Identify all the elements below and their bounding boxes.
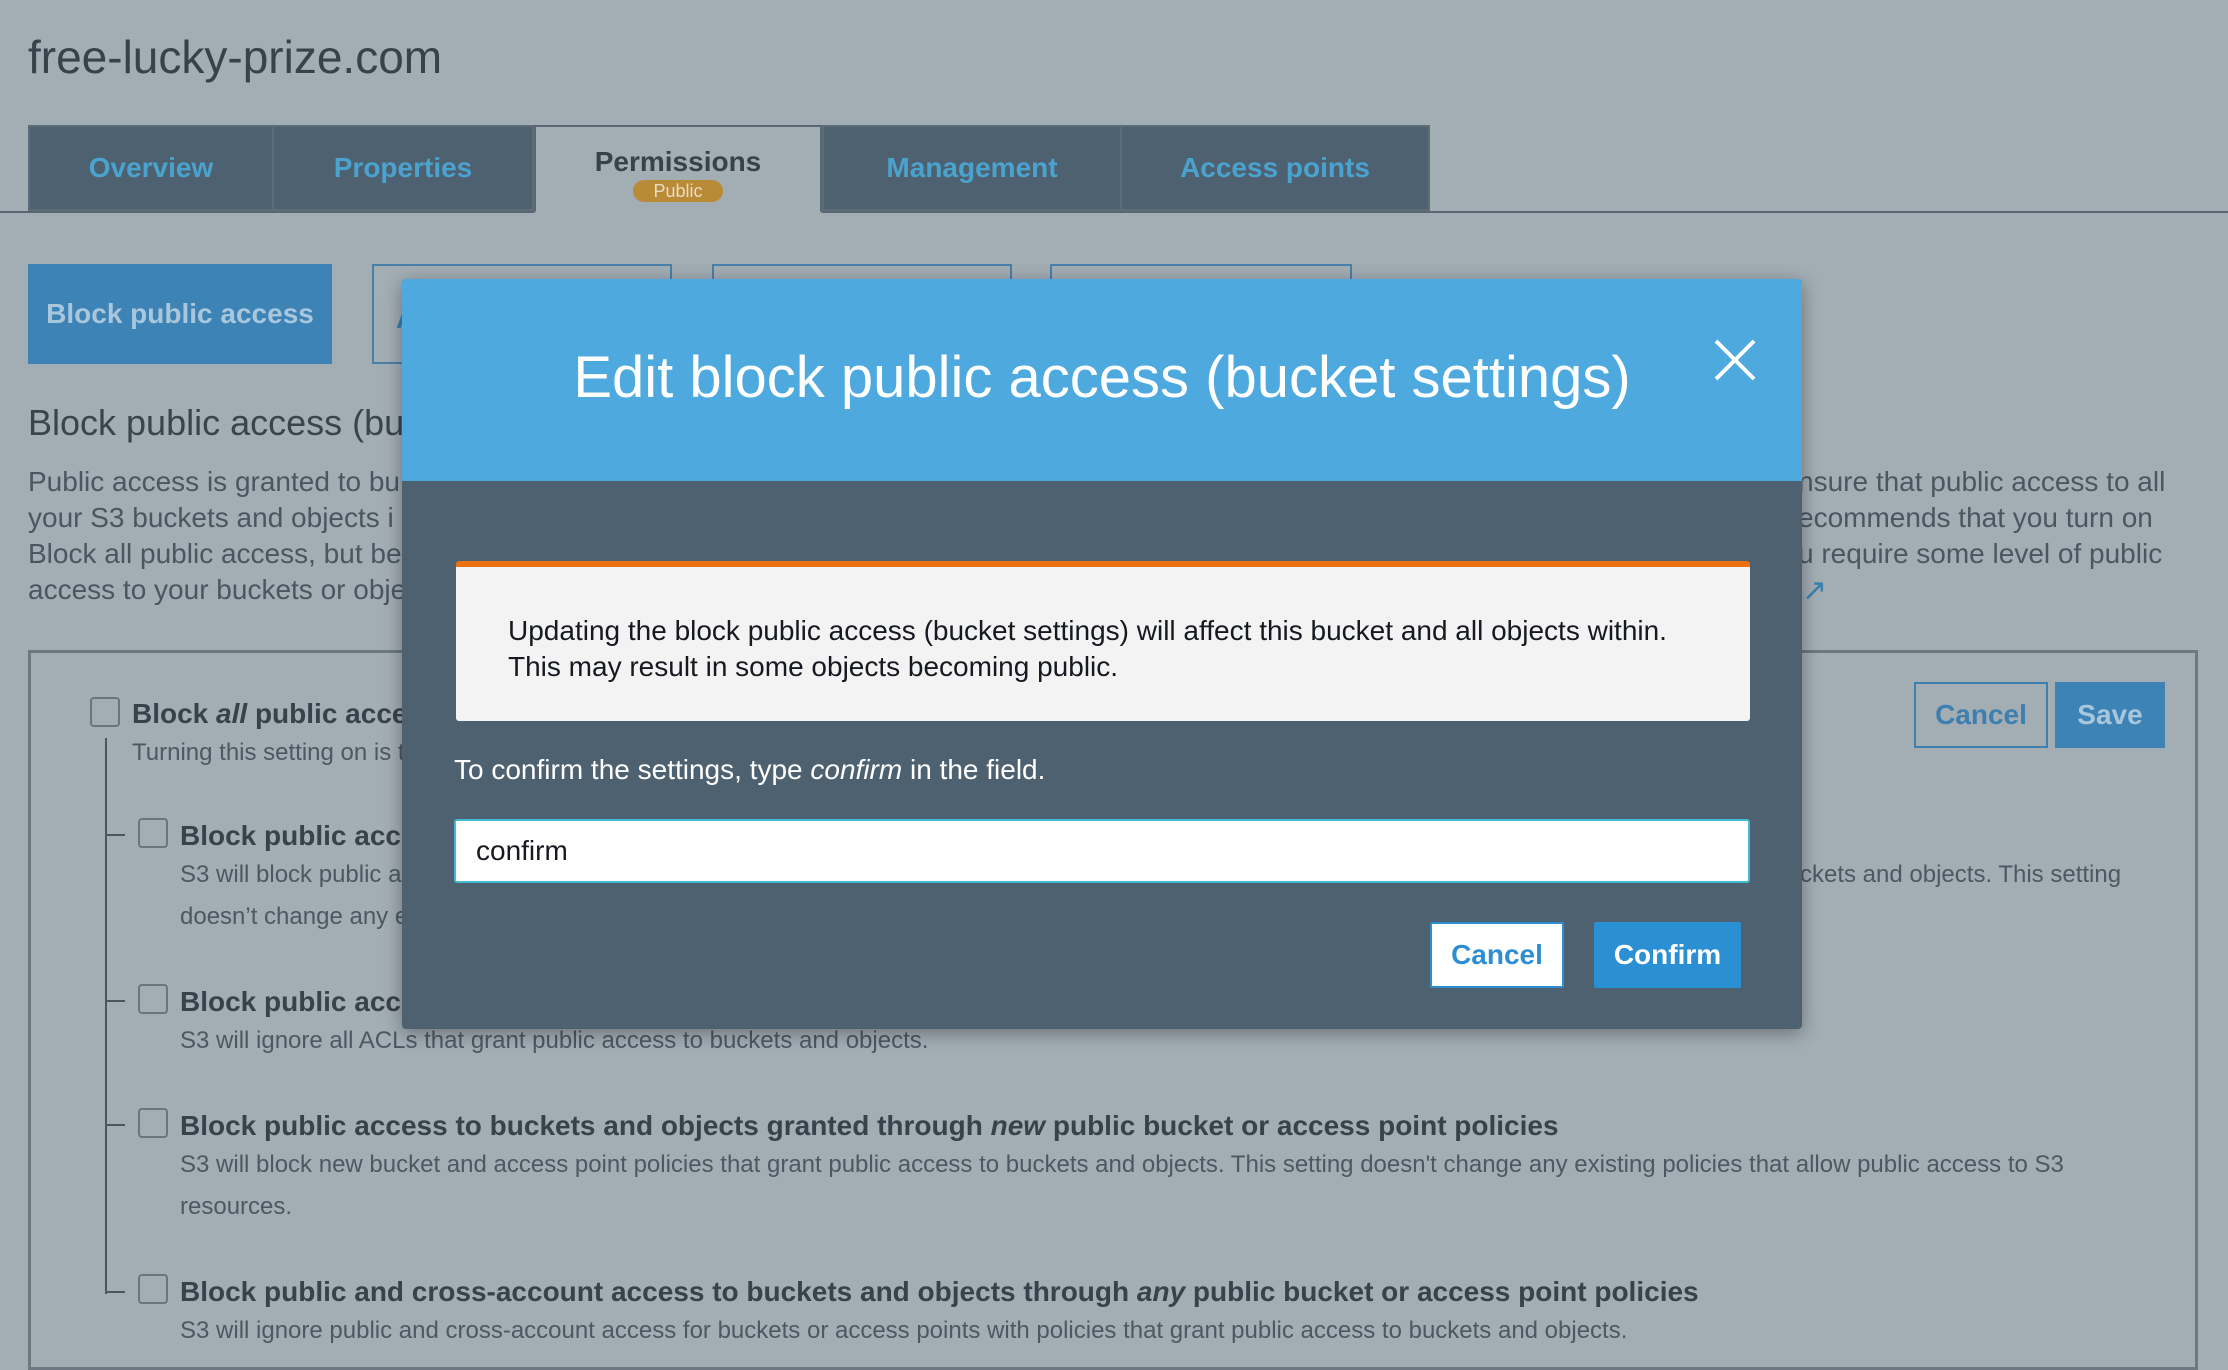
tree-connector xyxy=(105,738,107,1294)
desc-line: nsure that public access to all xyxy=(1798,466,2166,497)
confirm-instruction-em: confirm xyxy=(810,754,903,785)
edit-block-public-access-modal: Edit block public access (bucket setting… xyxy=(402,279,1802,1029)
desc-line: ecommends that you turn on xyxy=(1798,502,2153,533)
option-3-desc: S3 will block new bucket and access poin… xyxy=(180,1151,2064,1178)
option-3-title: Block public access to buckets and objec… xyxy=(180,1110,1559,1142)
modal-title: Edit block public access (bucket setting… xyxy=(573,344,1631,410)
modal-header: Edit block public access (bucket setting… xyxy=(402,279,1802,481)
option-1-desc-right: ckets and objects. This setting xyxy=(1800,861,2122,888)
option-2-title: Block public acc xyxy=(180,986,401,1017)
tab-access-points-label: Access points xyxy=(1180,152,1370,183)
desc-line: access to your buckets or obje xyxy=(28,574,407,605)
panel-cancel-button[interactable]: Cancel xyxy=(1914,682,2048,748)
option-3-title-post: public bucket or access point policies xyxy=(1045,1110,1559,1141)
confirm-instruction-pre: To confirm the settings, type xyxy=(454,754,811,785)
option-1-desc-line2: doesn’t change any e xyxy=(180,903,409,930)
confirm-instruction-post: in the field. xyxy=(902,754,1046,785)
option-3-title-em: new xyxy=(990,1110,1046,1141)
option-4-title-pre: Block public and cross-account access to… xyxy=(180,1276,1137,1307)
tab-permissions-label: Permissions xyxy=(594,146,762,177)
bucket-name: free-lucky-prize.com xyxy=(28,31,443,83)
warning-line: Updating the block public access (bucket… xyxy=(508,615,1667,646)
tabs-divider xyxy=(0,211,2228,213)
panel-save-button[interactable]: Save xyxy=(2055,682,2165,748)
section-description-left: Public access is granted to bu your S3 b… xyxy=(28,464,406,608)
tab-access-points[interactable]: Access points xyxy=(1120,125,1430,211)
option-1-checkbox[interactable] xyxy=(138,818,168,848)
tree-branch xyxy=(105,1000,125,1002)
option-3-checkbox[interactable] xyxy=(138,1108,168,1138)
tab-properties[interactable]: Properties xyxy=(272,125,534,211)
desc-line: Public access is granted to bu xyxy=(28,466,400,497)
warning-line: This may result in some objects becoming… xyxy=(508,651,1119,682)
block-all-title-em: all xyxy=(216,698,248,729)
option-4-title: Block public and cross-account access to… xyxy=(180,1276,1699,1308)
external-link-icon[interactable]: ↗ xyxy=(1802,573,1827,608)
tab-properties-label: Properties xyxy=(333,152,473,183)
option-2-checkbox[interactable] xyxy=(138,984,168,1014)
tree-branch xyxy=(105,1291,125,1293)
block-all-title-post: public acce xyxy=(247,698,408,729)
tab-management-label: Management xyxy=(886,152,1058,183)
modal-cancel-button[interactable]: Cancel xyxy=(1430,922,1564,988)
subtab-block-public-access-label: Block public access xyxy=(46,298,314,329)
warning-alert: Updating the block public access (bucket… xyxy=(456,561,1750,721)
tab-management[interactable]: Management xyxy=(822,125,1122,211)
option-1-desc-left: S3 will block public a xyxy=(180,861,402,888)
warning-alert-text: Updating the block public access (bucket… xyxy=(508,613,1667,685)
tree-branch xyxy=(105,1124,125,1126)
confirm-instruction: To confirm the settings, type confirm in… xyxy=(454,754,1045,786)
close-icon[interactable] xyxy=(1712,337,1758,383)
tab-permissions[interactable]: Permissions Public xyxy=(534,125,822,213)
section-heading: Block public access (bu xyxy=(28,402,405,443)
block-all-title-pre: Block xyxy=(132,698,217,729)
desc-line: u require some level of public xyxy=(1798,538,2163,569)
option-4-title-post: public bucket or access point policies xyxy=(1185,1276,1699,1307)
block-all-checkbox[interactable] xyxy=(90,697,120,727)
option-4-title-em: any xyxy=(1136,1276,1186,1307)
desc-line: your S3 buckets and objects i xyxy=(28,502,394,533)
block-all-title: Block all public acce xyxy=(132,698,407,730)
option-4-desc: S3 will ignore public and cross-account … xyxy=(180,1317,1628,1344)
option-4-checkbox[interactable] xyxy=(138,1274,168,1304)
modal-confirm-button[interactable]: Confirm xyxy=(1594,922,1741,988)
option-3-title-pre: Block public access to buckets and objec… xyxy=(180,1110,991,1141)
block-all-desc: Turning this setting on is t xyxy=(132,739,405,766)
tab-overview-label: Overview xyxy=(88,152,214,183)
desc-line: Block all public access, but be xyxy=(28,538,402,569)
option-1-title: Block public acc xyxy=(180,820,401,851)
section-description-right: nsure that public access to all ecommend… xyxy=(1798,464,2165,572)
tree-branch xyxy=(105,834,125,836)
option-3-desc-line2: resources. xyxy=(180,1193,293,1220)
public-badge: Public xyxy=(633,180,723,202)
subtab-block-public-access[interactable]: Block public access xyxy=(28,264,332,364)
tab-overview[interactable]: Overview xyxy=(28,125,274,211)
confirm-input[interactable] xyxy=(454,819,1750,883)
